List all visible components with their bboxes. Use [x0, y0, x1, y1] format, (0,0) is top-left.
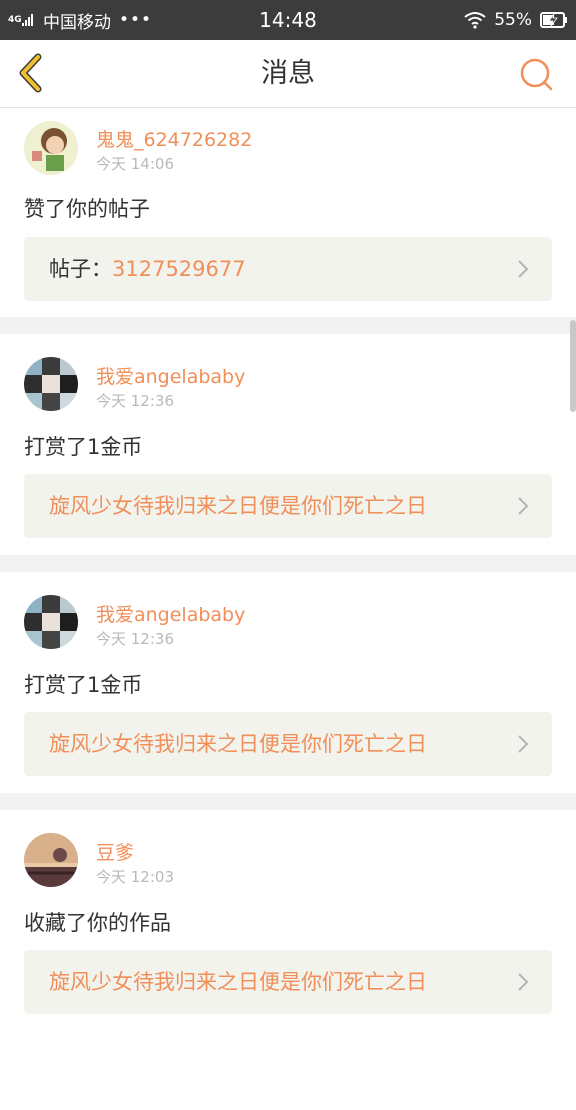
message-action: 收藏了你的作品 — [24, 911, 171, 935]
battery-charging-icon — [540, 12, 567, 28]
username[interactable]: 我爱angelababy — [96, 362, 245, 389]
avatar[interactable] — [24, 357, 78, 411]
chevron-right-icon — [518, 973, 529, 991]
message-card: 豆爹 今天 12:03 收藏了你的作品 旋风少女待我归来之日便是你们死亡之日 — [0, 810, 576, 1110]
message-time: 今天 12:03 — [96, 868, 174, 886]
post-link-value: 3127529677 — [112, 257, 246, 281]
battery-percent: 55% — [494, 10, 532, 30]
message-list: 鬼鬼_624726282 今天 14:06 赞了你的帖子 帖子：31275296… — [0, 108, 576, 1110]
chevron-right-icon — [518, 260, 529, 278]
post-link-label: 帖子： — [49, 257, 112, 281]
message-action: 赞了你的帖子 — [24, 197, 150, 221]
post-link[interactable]: 旋风少女待我归来之日便是你们死亡之日 — [24, 950, 552, 1014]
username[interactable]: 豆爹 — [96, 838, 134, 865]
message-time: 今天 14:06 — [96, 155, 174, 173]
username[interactable]: 鬼鬼_624726282 — [96, 125, 252, 152]
status-bar: 4G 中国移动 ••• 14:48 55% — [0, 0, 576, 40]
post-link[interactable]: 帖子：3127529677 — [24, 237, 552, 301]
search-icon — [520, 58, 553, 91]
avatar[interactable] — [24, 121, 78, 175]
post-link-value: 旋风少女待我归来之日便是你们死亡之日 — [49, 970, 427, 994]
message-card: 鬼鬼_624726282 今天 14:06 赞了你的帖子 帖子：31275296… — [0, 108, 576, 317]
scrollbar[interactable] — [570, 320, 576, 412]
post-link[interactable]: 旋风少女待我归来之日便是你们死亡之日 — [24, 712, 552, 776]
message-time: 今天 12:36 — [96, 630, 174, 648]
status-right: 55% — [464, 0, 568, 40]
wifi-icon — [464, 12, 486, 29]
message-action: 打赏了1金币 — [24, 673, 143, 697]
message-card: 我爱angelababy 今天 12:36 打赏了1金币 旋风少女待我归来之日便… — [0, 572, 576, 793]
search-button[interactable] — [518, 56, 554, 92]
avatar[interactable] — [24, 833, 78, 887]
chevron-right-icon — [518, 497, 529, 515]
chevron-right-icon — [518, 735, 529, 753]
post-link-value: 旋风少女待我归来之日便是你们死亡之日 — [49, 494, 427, 518]
avatar[interactable] — [24, 595, 78, 649]
navigation-bar: 消息 — [0, 40, 576, 108]
post-link-value: 旋风少女待我归来之日便是你们死亡之日 — [49, 732, 427, 756]
message-card: 我爱angelababy 今天 12:36 打赏了1金币 旋风少女待我归来之日便… — [0, 334, 576, 555]
username[interactable]: 我爱angelababy — [96, 600, 245, 627]
page-title: 消息 — [261, 58, 315, 89]
post-link[interactable]: 旋风少女待我归来之日便是你们死亡之日 — [24, 474, 552, 538]
message-time: 今天 12:36 — [96, 392, 174, 410]
message-action: 打赏了1金币 — [24, 435, 143, 459]
